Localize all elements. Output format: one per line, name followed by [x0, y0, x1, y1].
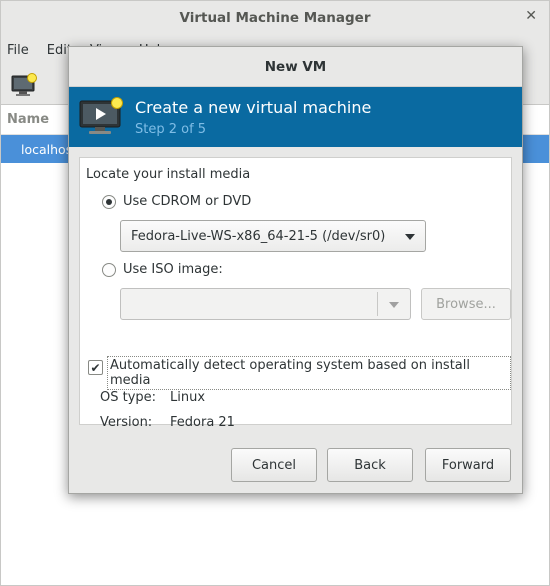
chevron-down-icon [405, 234, 415, 240]
checkmark-icon: ✔ [90, 360, 101, 375]
dialog-title: New VM [69, 47, 522, 87]
os-type-value: Linux [170, 390, 206, 405]
version-label: Version: [100, 415, 153, 430]
monitor-icon [79, 97, 125, 137]
new-vm-icon[interactable] [11, 72, 39, 97]
iso-radio[interactable] [102, 263, 116, 277]
chevron-down-icon [389, 302, 399, 308]
cdrom-device-value: Fedora-Live-WS-x86_64-21-5 (/dev/sr0) [131, 228, 386, 244]
cdrom-device-select[interactable]: Fedora-Live-WS-x86_64-21-5 (/dev/sr0) [120, 220, 426, 252]
locate-media-label: Locate your install media [86, 167, 251, 182]
wizard-banner: Create a new virtual machine Step 2 of 5 [69, 87, 522, 147]
banner-heading: Create a new virtual machine [135, 97, 372, 117]
version-value: Fedora 21 [170, 415, 235, 430]
forward-button[interactable]: Forward [425, 448, 511, 482]
install-media-panel: Locate your install media Use CDROM or D… [79, 157, 512, 430]
iso-radio-label[interactable]: Use ISO image: [123, 262, 223, 277]
browse-button[interactable]: Browse... [421, 288, 511, 320]
back-button[interactable]: Back [327, 448, 413, 482]
banner-step: Step 2 of 5 [135, 121, 207, 137]
new-vm-dialog: New VM Create a new virtual machine Step… [68, 46, 523, 494]
cancel-button[interactable]: Cancel [231, 448, 317, 482]
iso-path-combo[interactable] [120, 288, 411, 320]
main-window-title: Virtual Machine Manager [179, 10, 371, 26]
cdrom-radio-label[interactable]: Use CDROM or DVD [123, 194, 251, 209]
menu-file[interactable]: File [7, 43, 29, 58]
autodetect-label[interactable]: Automatically detect operating system ba… [107, 356, 511, 390]
os-type-label: OS type: [100, 390, 157, 405]
main-titlebar: Virtual Machine Manager ✕ [1, 1, 549, 35]
cdrom-radio[interactable] [102, 195, 116, 209]
close-icon[interactable]: ✕ [525, 8, 537, 24]
autodetect-checkbox[interactable]: ✔ [88, 360, 103, 375]
